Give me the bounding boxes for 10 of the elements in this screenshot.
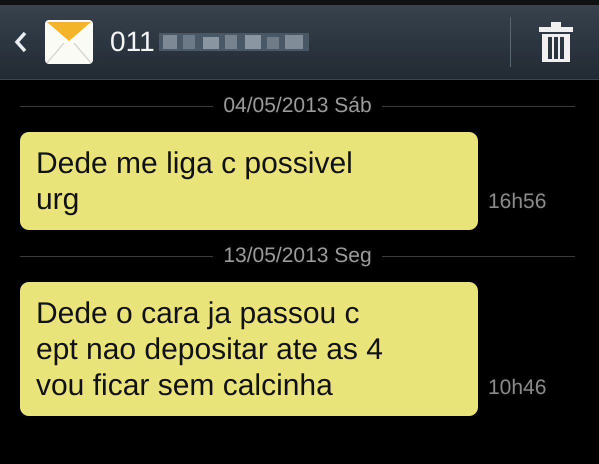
date-separator: 13/05/2013 Seg xyxy=(223,244,372,268)
message-text: Dede me liga c possivel urg xyxy=(36,146,354,218)
contact-number: 011 xyxy=(110,26,155,58)
back-icon[interactable] xyxy=(14,31,28,53)
envelope-icon xyxy=(44,19,94,65)
date-separator: 04/05/2013 Sáb xyxy=(223,94,372,118)
message-text: Dede o cara ja passou c ept nao depositar ate as 4 vou ficar sem calcinha xyxy=(36,296,384,404)
trash-icon[interactable] xyxy=(539,22,573,62)
message-time: 10h46 xyxy=(488,376,546,400)
message-time: 16h56 xyxy=(488,190,546,214)
